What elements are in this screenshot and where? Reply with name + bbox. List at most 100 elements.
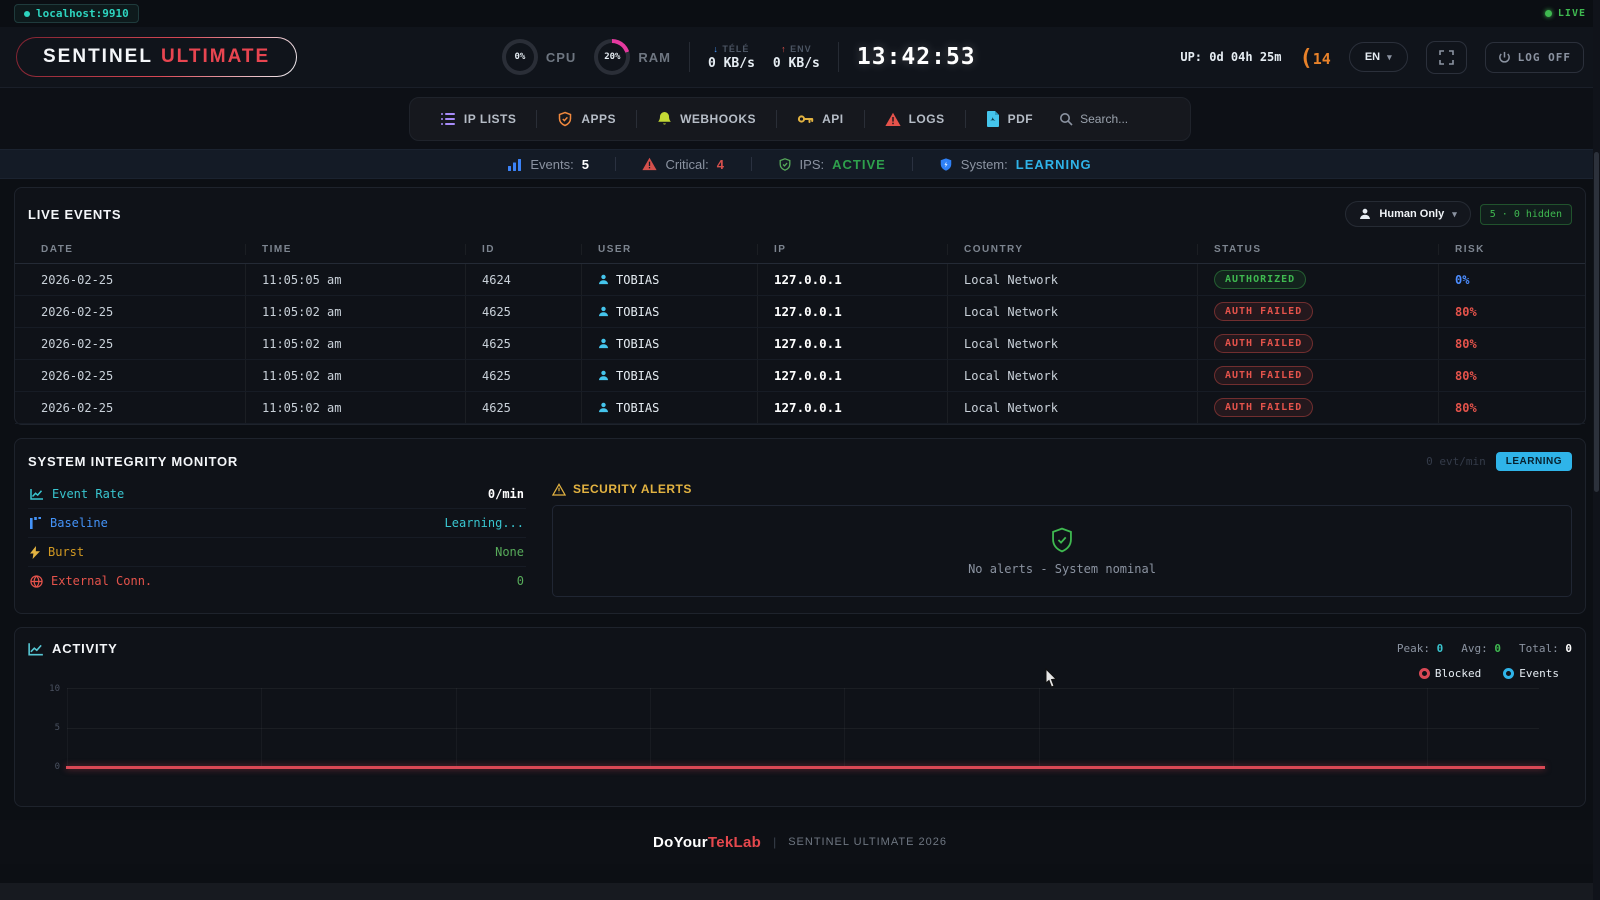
alerts-title: SECURITY ALERTS (573, 482, 692, 496)
cell-user: TOBIAS (581, 392, 757, 423)
legend-blocked[interactable]: Blocked (1419, 667, 1481, 680)
metric-event-rate: Event Rate 0/min (28, 480, 526, 509)
table-body: 2026-02-25 11:05:05 am 4624 TOBIAS 127.0… (15, 264, 1585, 424)
tab-pdf[interactable]: PDF (970, 102, 1050, 136)
cell-user: TOBIAS (581, 296, 757, 327)
search-input[interactable] (1080, 112, 1166, 126)
chevron-down-icon: ▾ (1452, 209, 1457, 220)
live-events-title: LIVE EVENTS (28, 207, 121, 222)
person-icon (598, 306, 609, 317)
cell-id: 4625 (465, 328, 581, 359)
host-badge[interactable]: localhost:9910 (14, 4, 139, 23)
rate-faint: 0 evt/min (1426, 455, 1486, 468)
search-box (1049, 106, 1176, 132)
tab-logs[interactable]: LOGS (869, 103, 961, 136)
ips-value: ACTIVE (832, 157, 886, 172)
status-divider (912, 157, 913, 171)
log-off-button[interactable]: LOG OFF (1485, 42, 1584, 73)
tab-label: WEBHOOKS (680, 112, 756, 126)
pdf-file-icon (986, 111, 1000, 127)
legend-events[interactable]: Events (1503, 667, 1559, 680)
status-divider (751, 157, 752, 171)
tab-divider (965, 110, 966, 128)
metric-value: 0/min (488, 487, 524, 501)
table-row[interactable]: 2026-02-25 11:05:02 am 4625 TOBIAS 127.0… (15, 328, 1585, 360)
ram-gauge: 20% RAM (594, 39, 671, 75)
column-header: COUNTRY (947, 244, 1197, 255)
status-divider (615, 157, 616, 171)
metric-value: 0 (517, 574, 524, 588)
header-divider (838, 42, 839, 72)
risk-value: 80% (1455, 401, 1477, 415)
cell-country: Local Network (947, 360, 1197, 391)
language-selector[interactable]: EN ▾ (1349, 42, 1408, 72)
table-row[interactable]: 2026-02-25 11:05:02 am 4625 TOBIAS 127.0… (15, 392, 1585, 424)
events-ring-icon (1503, 668, 1514, 679)
warning-triangle-icon (885, 112, 901, 127)
cell-risk: 80% (1438, 328, 1585, 359)
person-icon (1359, 208, 1371, 220)
cell-ip: 127.0.0.1 (757, 328, 947, 359)
blocked-ring-icon (1419, 668, 1430, 679)
cell-ip: 127.0.0.1 (757, 392, 947, 423)
shield-check-icon (1049, 526, 1075, 554)
ram-label: RAM (638, 50, 671, 65)
scrollbar-thumb[interactable] (1594, 152, 1599, 492)
cell-time: 11:05:02 am (245, 392, 465, 423)
bars-icon (30, 517, 42, 529)
top-status-bar: localhost:9910 LIVE (0, 0, 1600, 27)
hidden-count-badge: 5 · 0 hidden (1480, 204, 1572, 225)
events-label: Events: (530, 157, 573, 172)
cell-time: 11:05:02 am (245, 328, 465, 359)
avg-value: 0 (1494, 642, 1501, 655)
cell-country: Local Network (947, 264, 1197, 295)
host-status-dot (24, 11, 30, 17)
cell-user: TOBIAS (581, 328, 757, 359)
metric-baseline: Baseline Learning... (28, 509, 526, 538)
live-label: LIVE (1558, 8, 1586, 19)
download-arrow-icon: ↓ (713, 44, 719, 54)
ram-value: 20% (598, 43, 626, 71)
cell-date: 2026-02-25 (41, 273, 245, 287)
metric-value: Learning... (445, 516, 524, 530)
plot-area: 10 5 0 (67, 688, 1539, 768)
y-tick: 10 (49, 684, 60, 694)
learning-badge: LEARNING (1496, 452, 1572, 471)
human-only-filter[interactable]: Human Only ▾ (1345, 201, 1470, 227)
cell-risk: 80% (1438, 296, 1585, 327)
cpu-value: 0% (506, 43, 534, 71)
status-strip: Events: 5 Critical: 4 IPS: ACTIVE System… (0, 149, 1600, 179)
cell-risk: 80% (1438, 392, 1585, 423)
table-row[interactable]: 2026-02-25 11:05:02 am 4625 TOBIAS 127.0… (15, 296, 1585, 328)
upload-arrow-icon: ↑ (781, 44, 787, 54)
flame-metric: ( 14 (1300, 45, 1331, 70)
net-download: ↓ TÉLÉ 0 KB/s (708, 44, 755, 71)
download-value: 0 KB/s (708, 56, 755, 71)
fullscreen-button[interactable] (1426, 41, 1467, 74)
tab-ip-lists[interactable]: IP LISTS (424, 102, 532, 136)
cell-time: 11:05:05 am (245, 264, 465, 295)
security-alerts-panel: SECURITY ALERTS No alerts - System nomin… (552, 480, 1572, 597)
mouse-cursor (1045, 668, 1059, 688)
cell-status: AUTH FAILED (1197, 392, 1438, 423)
cell-id: 4625 (465, 360, 581, 391)
table-row[interactable]: 2026-02-25 11:05:05 am 4624 TOBIAS 127.0… (15, 264, 1585, 296)
y-tick: 5 (55, 723, 60, 733)
fullscreen-icon (1439, 50, 1454, 65)
x-axis-labels (67, 773, 1539, 785)
line-chart-icon (28, 642, 44, 656)
tab-api[interactable]: API (781, 102, 860, 136)
cell-country: Local Network (947, 296, 1197, 327)
system-value: LEARNING (1016, 157, 1092, 172)
table-row[interactable]: 2026-02-25 11:05:02 am 4625 TOBIAS 127.0… (15, 360, 1585, 392)
net-upload: ↑ ENV 0 KB/s (773, 44, 820, 71)
metric-burst: Burst None (28, 538, 526, 567)
status-critical: Critical: 4 (642, 157, 724, 172)
tab-webhooks[interactable]: WEBHOOKS (641, 102, 772, 136)
activity-title: ACTIVITY (52, 641, 118, 656)
cell-id: 4625 (465, 392, 581, 423)
shield-check-icon (557, 111, 573, 127)
cell-status: AUTH FAILED (1197, 296, 1438, 327)
tab-apps[interactable]: APPS (541, 102, 632, 136)
footer-divider: | (773, 835, 776, 849)
